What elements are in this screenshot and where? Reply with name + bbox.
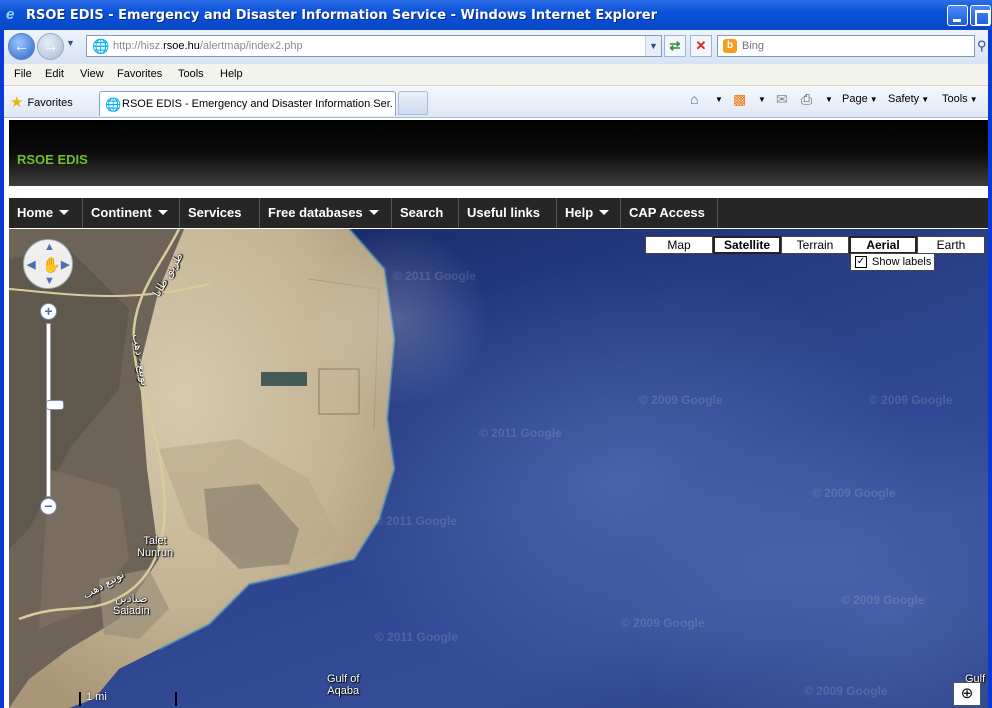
maximize-button[interactable]: [970, 5, 991, 26]
browser-window: e RSOE EDIS - Emergency and Disaster Inf…: [0, 0, 992, 708]
address-url[interactable]: http://hisz.rsoe.hu/alertmap/index2.php: [113, 40, 303, 52]
minimize-button[interactable]: [947, 5, 968, 26]
new-tab-button[interactable]: [398, 91, 428, 115]
pan-left-icon[interactable]: ◀: [27, 258, 35, 271]
zoom-in-button[interactable]: +: [40, 303, 57, 320]
pan-up-icon[interactable]: ▲: [44, 241, 55, 253]
show-labels-toggle[interactable]: ✓ Show labels: [850, 253, 935, 271]
search-icon[interactable]: ⚲: [977, 38, 987, 54]
feed-dropdown-icon[interactable]: ▼: [756, 93, 766, 105]
scale-bar-tick: [79, 692, 81, 706]
chevron-down-icon: [599, 210, 610, 215]
map-place-label: صيادين Saiadin: [113, 593, 150, 617]
map-watermark: © 2009 Google: [869, 393, 953, 407]
rss-feed-icon[interactable]: ▩: [733, 91, 746, 108]
home-icon[interactable]: ⌂: [690, 91, 698, 107]
map-type-satellite[interactable]: Satellite: [713, 236, 781, 254]
ie-logo-icon: e: [6, 6, 15, 23]
search-input[interactable]: [742, 38, 962, 54]
nav-continent[interactable]: Continent: [83, 198, 180, 228]
site-nav: Home Continent Services Free databases S…: [9, 198, 988, 228]
address-dropdown-icon[interactable]: ▼: [645, 36, 661, 56]
menu-edit[interactable]: Edit: [45, 68, 64, 80]
recent-pages-dropdown-icon[interactable]: ▼: [66, 38, 75, 48]
address-toolbar: ← → ▼ 🌐 http://hisz.rsoe.hu/alertmap/ind…: [4, 30, 988, 64]
magnifier-icon[interactable]: ⊕: [953, 682, 981, 706]
map-type-earth[interactable]: Earth: [917, 236, 985, 254]
nav-search[interactable]: Search: [392, 198, 459, 228]
address-bar[interactable]: 🌐 http://hisz.rsoe.hu/alertmap/index2.ph…: [86, 35, 662, 57]
pan-right-icon[interactable]: ▶: [61, 258, 69, 271]
map-type-terrain[interactable]: Terrain: [781, 236, 849, 254]
back-button[interactable]: ←: [8, 33, 35, 60]
zoom-out-button[interactable]: −: [40, 498, 57, 515]
map-scale-label: 1 mi: [86, 691, 107, 703]
map-watermark: © 2009 Google: [621, 616, 705, 630]
map-imagery: [9, 229, 489, 708]
map-watermark: © 2009 Google: [639, 393, 723, 407]
print-dropdown-icon[interactable]: ▼: [823, 93, 833, 105]
star-icon: ★: [10, 94, 24, 111]
search-box[interactable]: b: [717, 35, 975, 57]
zoom-slider-track[interactable]: [46, 323, 64, 497]
map-watermark: © 2009 Google: [841, 593, 925, 607]
map-type-map[interactable]: Map: [645, 236, 713, 254]
map-place-label: Talet Nunrun: [137, 535, 174, 559]
site-brand[interactable]: RSOE EDIS: [17, 152, 88, 167]
stop-button[interactable]: ✕: [690, 35, 712, 57]
menu-view[interactable]: View: [80, 68, 104, 80]
window-title: RSOE EDIS - Emergency and Disaster Infor…: [26, 8, 657, 23]
globe-icon: 🌐: [92, 38, 110, 54]
tab-label: RSOE EDIS - Emergency and Disaster Infor…: [122, 98, 392, 110]
print-icon[interactable]: ⎙: [801, 91, 812, 108]
pan-down-icon[interactable]: ▼: [44, 275, 55, 287]
zoom-slider-thumb[interactable]: [46, 400, 64, 410]
tools-menu[interactable]: Tools ▼: [942, 93, 978, 105]
checkbox-checked-icon[interactable]: ✓: [855, 256, 867, 268]
web-page: RSOE EDIS Home Continent Services Free d…: [4, 118, 988, 708]
nav-cap-access[interactable]: CAP Access: [621, 198, 718, 228]
map-place-label: Gulf of Aqaba: [327, 673, 360, 697]
menu-favorites[interactable]: Favorites: [117, 68, 162, 80]
chevron-down-icon: [59, 210, 70, 215]
mail-icon[interactable]: ✉: [776, 91, 788, 108]
menu-tools[interactable]: Tools: [178, 68, 204, 80]
active-tab[interactable]: 🌐 RSOE EDIS - Emergency and Disaster Inf…: [99, 91, 396, 116]
map-watermark: © 2009 Google: [812, 486, 896, 500]
site-header: RSOE EDIS: [9, 120, 988, 186]
satellite-map[interactable]: © 2011 Google © 2009 Google © 2009 Googl…: [9, 229, 988, 708]
favorites-button[interactable]: ★ Favorites: [10, 93, 73, 111]
scale-bar-tick: [175, 692, 177, 706]
globe-icon: 🌐: [105, 97, 122, 112]
nav-home[interactable]: Home: [9, 198, 83, 228]
map-type-aerial[interactable]: Aerial: [849, 236, 917, 254]
map-watermark: © 2011 Google: [375, 630, 458, 644]
nav-services[interactable]: Services: [180, 198, 260, 228]
nav-help[interactable]: Help: [557, 198, 621, 228]
map-watermark: © 2011 Google: [393, 269, 476, 283]
map-watermark: © 2011 Google: [479, 426, 562, 440]
menu-help[interactable]: Help: [220, 68, 243, 80]
favorites-and-tabs-bar: ★ Favorites 🌐 RSOE EDIS - Emergency and D…: [4, 86, 988, 118]
menu-bar: File Edit View Favorites Tools Help: [4, 64, 988, 86]
nav-free-databases[interactable]: Free databases: [260, 198, 392, 228]
zoom-control: + −: [40, 303, 64, 515]
forward-button[interactable]: →: [37, 33, 64, 60]
home-dropdown-icon[interactable]: ▼: [713, 93, 723, 105]
pan-control[interactable]: ▲ ▼ ◀ ▶ ✋: [23, 239, 73, 289]
bing-icon: b: [723, 39, 737, 53]
menu-file[interactable]: File: [14, 68, 32, 80]
page-menu[interactable]: Page ▼: [842, 93, 878, 105]
safety-menu[interactable]: Safety ▼: [888, 93, 929, 105]
map-watermark: © 2009 Google: [804, 684, 888, 698]
title-bar: e RSOE EDIS - Emergency and Disaster Inf…: [0, 0, 992, 30]
map-watermark: © 2011 Google: [374, 514, 457, 528]
nav-useful-links[interactable]: Useful links: [459, 198, 557, 228]
chevron-down-icon: [368, 210, 379, 215]
chevron-down-icon: [157, 210, 168, 215]
refresh-button[interactable]: ⇄: [664, 35, 686, 57]
hand-icon[interactable]: ✋: [42, 256, 61, 274]
